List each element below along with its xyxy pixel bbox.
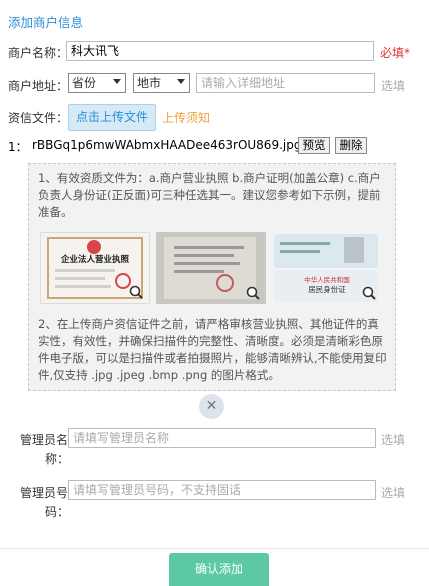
city-value: 地市 [137,76,162,90]
chevron-down-icon [113,79,121,84]
admin-name-label: 管理员名 [20,433,69,447]
page-title: 添加商户信息 [8,15,84,30]
confirm-add-button[interactable]: 确认添加 [169,553,269,586]
business-license-thumb[interactable]: 企业法人营业执照 [40,232,150,304]
magnifier-icon [362,286,376,300]
province-value: 省份 [72,76,97,90]
certificate-thumb[interactable] [156,232,266,304]
merchant-name-label: 商户名称： [8,46,69,60]
qualification-label: 资信文件： [8,111,69,125]
merchant-address-label: 商户地址： [8,79,69,93]
magnifier-icon [129,285,143,299]
city-select[interactable]: 地市 [133,73,190,93]
province-select[interactable]: 省份 [68,73,126,93]
optional-note: 选填 [381,79,406,93]
notice-paragraph-2: 2、在上传商户资信证件之前，请严格审核营业执照、其他证件的真实性，有效性，并确保… [38,317,387,382]
id-card-title: 中华人民共和国 [304,276,350,284]
chevron-down-icon [177,79,185,84]
close-icon[interactable]: ✕ [199,394,224,419]
upload-notice-link[interactable]: 上传须知 [162,109,210,126]
admin-name-input[interactable]: 请填写管理员名称 [68,428,376,448]
file-index: 1： [8,140,28,154]
admin-phone-input[interactable]: 请填写管理员号码，不支持固话 [68,480,376,500]
merchant-name-input[interactable]: 科大讯飞 [66,41,374,61]
magnifier-icon [246,286,260,300]
optional-note: 选填 [381,486,406,500]
preview-button[interactable]: 预览 [298,137,330,154]
admin-phone-label-cont: 码： [45,505,70,519]
file-name: rBBGq1p6mwWAbmxHAADee463rOU869.jpg [32,138,302,152]
notice-paragraph-1: 1、有效资质文件为：a.商户营业执照 b.商户证明(加盖公章) c.商户负责人身… [38,171,381,219]
license-title: 企业法人营业执照 [60,255,129,265]
optional-note: 选填 [381,433,406,447]
admin-name-label-cont: 称： [45,452,70,466]
delete-button[interactable]: 删除 [335,137,367,154]
required-note: 必填* [380,46,411,60]
id-card-thumb[interactable]: 中华人民共和国 居民身份证 [272,232,382,304]
divider [0,548,429,549]
address-detail-input[interactable]: 请输入详细地址 [196,73,375,93]
admin-phone-label: 管理员号 [20,486,69,500]
upload-file-button[interactable]: 点击上传文件 [68,104,156,131]
